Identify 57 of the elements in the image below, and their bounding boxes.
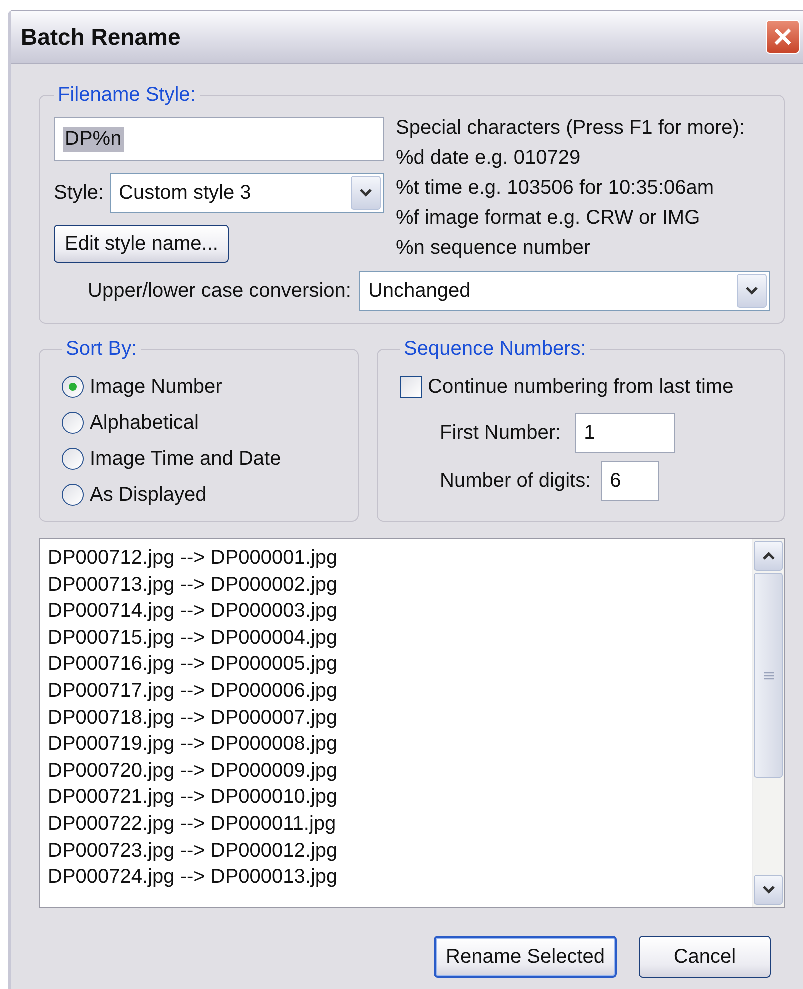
pattern-field[interactable]: DP%n [54, 117, 384, 161]
scroll-up-button[interactable] [754, 541, 783, 571]
close-icon [773, 27, 793, 47]
sort-option[interactable]: Image Number [62, 369, 344, 405]
list-item: DP000715.jpg --> DP000004.jpg [48, 626, 339, 651]
help-text: %f image format e.g. CRW or IMG [396, 206, 702, 231]
digits-label: Number of digits: [440, 470, 592, 492]
list-item: DP000723.jpg --> DP000012.jpg [48, 838, 339, 864]
sort-option[interactable]: Image Time and Date [62, 441, 344, 477]
list-item: DP000722.jpg --> DP000011.jpg [48, 812, 338, 837]
chevron-down-icon [359, 188, 373, 198]
scroll-thumb[interactable] [754, 573, 783, 778]
radio-icon[interactable] [62, 448, 84, 470]
chevron-down-icon [762, 885, 776, 895]
dropdown-button[interactable] [351, 176, 381, 210]
first-number-label: First Number: [440, 422, 562, 444]
radio-icon[interactable] [62, 412, 84, 434]
case-conversion-label: Upper/lower case conversion: [88, 280, 352, 302]
sort-option[interactable]: Alphabetical [62, 405, 344, 441]
list-item: DP000713.jpg --> DP000002.jpg [48, 572, 339, 598]
digits-field[interactable]: 6 [601, 461, 660, 501]
window-title: Batch Rename [21, 24, 181, 50]
dropdown-button[interactable] [737, 274, 767, 308]
first-number-field[interactable]: 1 [575, 413, 676, 453]
style-label: Style: [54, 182, 104, 204]
dialog-button[interactable]: Rename Selected [434, 936, 617, 978]
list-item: DP000719.jpg --> DP000008.jpg [48, 732, 339, 758]
radio-icon[interactable] [62, 376, 84, 398]
radio-icon[interactable] [62, 484, 84, 506]
help-text: %t time e.g. 103506 for 10:35:06am [396, 176, 715, 201]
chevron-up-icon [762, 551, 776, 561]
help-text: Special characters (Press F1 for more): [396, 116, 746, 141]
style-dropdown[interactable]: Custom style 3 [110, 173, 384, 213]
list-item: DP000718.jpg --> DP000007.jpg [48, 706, 339, 731]
list-item: DP000712.jpg --> DP000001.jpg [48, 546, 339, 571]
edit-style-name-button[interactable]: Edit style name... [54, 225, 230, 263]
checkbox-icon[interactable] [400, 376, 422, 398]
help-text: %d date e.g. 010729 [396, 146, 582, 171]
list-item: DP000720.jpg --> DP000009.jpg [48, 758, 339, 784]
list-item: DP000724.jpg --> DP000013.jpg [48, 865, 339, 890]
continue-numbering-checkbox[interactable]: Continue numbering from last time [400, 369, 770, 405]
list-item: DP000717.jpg --> DP000006.jpg [48, 678, 339, 704]
chevron-down-icon [745, 286, 759, 296]
group-title: Filename Style: [57, 84, 197, 107]
group-title: Sort By: [65, 338, 138, 361]
scroll-down-button[interactable] [754, 875, 783, 905]
close-button[interactable] [766, 20, 800, 54]
sort-option[interactable]: As Displayed [62, 477, 344, 513]
case-conversion-dropdown[interactable]: Unchanged [359, 271, 770, 311]
list-item: DP000714.jpg --> DP000003.jpg [48, 599, 339, 624]
list-item: DP000721.jpg --> DP000010.jpg [48, 785, 339, 810]
dialog-button[interactable]: Cancel [639, 936, 771, 978]
grip-icon [762, 670, 774, 680]
group-title: Sequence Numbers: [403, 338, 588, 361]
help-text: %n sequence number [396, 236, 592, 261]
scrollbar[interactable] [752, 539, 784, 907]
list-item: DP000716.jpg --> DP000005.jpg [48, 652, 339, 678]
